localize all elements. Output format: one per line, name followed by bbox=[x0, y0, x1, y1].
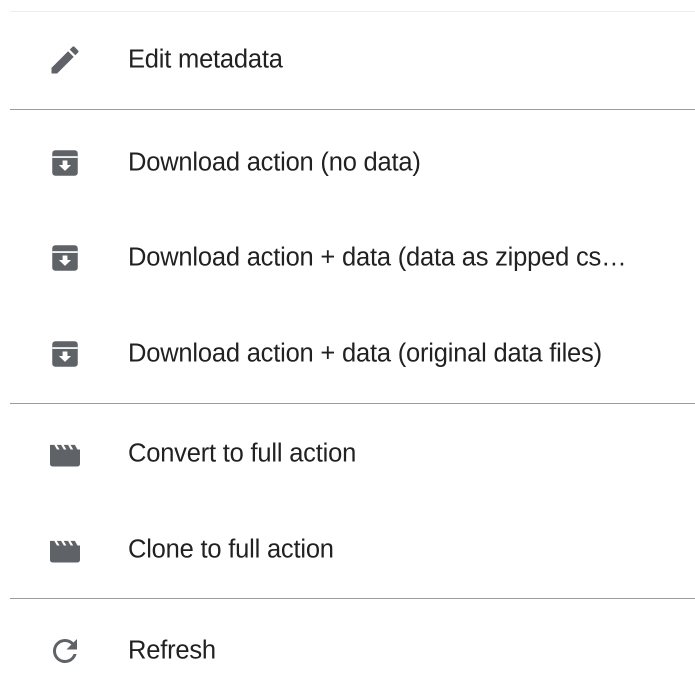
archive-icon bbox=[44, 142, 86, 184]
menu-item-download-original-data[interactable]: Download action + data (original data fi… bbox=[0, 306, 695, 402]
menu-item-convert-to-full-action[interactable]: Convert to full action bbox=[0, 406, 695, 502]
menu-item-label: Download action + data (data as zipped c… bbox=[128, 243, 627, 272]
archive-icon bbox=[44, 333, 86, 375]
menu-divider bbox=[10, 598, 695, 599]
menu-divider bbox=[10, 109, 695, 110]
pencil-icon bbox=[44, 39, 86, 81]
clapperboard-icon bbox=[44, 529, 86, 571]
menu-item-edit-metadata[interactable]: Edit metadata bbox=[0, 12, 695, 108]
actions-menu: Edit metadata Download action (no data) … bbox=[0, 0, 695, 693]
menu-divider bbox=[10, 403, 695, 404]
archive-icon bbox=[44, 237, 86, 279]
menu-item-download-zipped-data[interactable]: Download action + data (data as zipped c… bbox=[0, 210, 695, 306]
refresh-icon bbox=[44, 630, 86, 672]
menu-item-label: Download action + data (original data fi… bbox=[128, 339, 602, 368]
clapperboard-icon bbox=[44, 433, 86, 475]
menu-item-label: Clone to full action bbox=[128, 535, 334, 564]
menu-item-label: Refresh bbox=[128, 636, 216, 665]
menu-item-clone-to-full-action[interactable]: Clone to full action bbox=[0, 502, 695, 598]
menu-item-refresh[interactable]: Refresh bbox=[0, 603, 695, 693]
menu-item-label: Edit metadata bbox=[128, 45, 283, 74]
menu-item-download-no-data[interactable]: Download action (no data) bbox=[0, 115, 695, 211]
menu-item-label: Download action (no data) bbox=[128, 148, 421, 177]
menu-item-label: Convert to full action bbox=[128, 439, 357, 468]
